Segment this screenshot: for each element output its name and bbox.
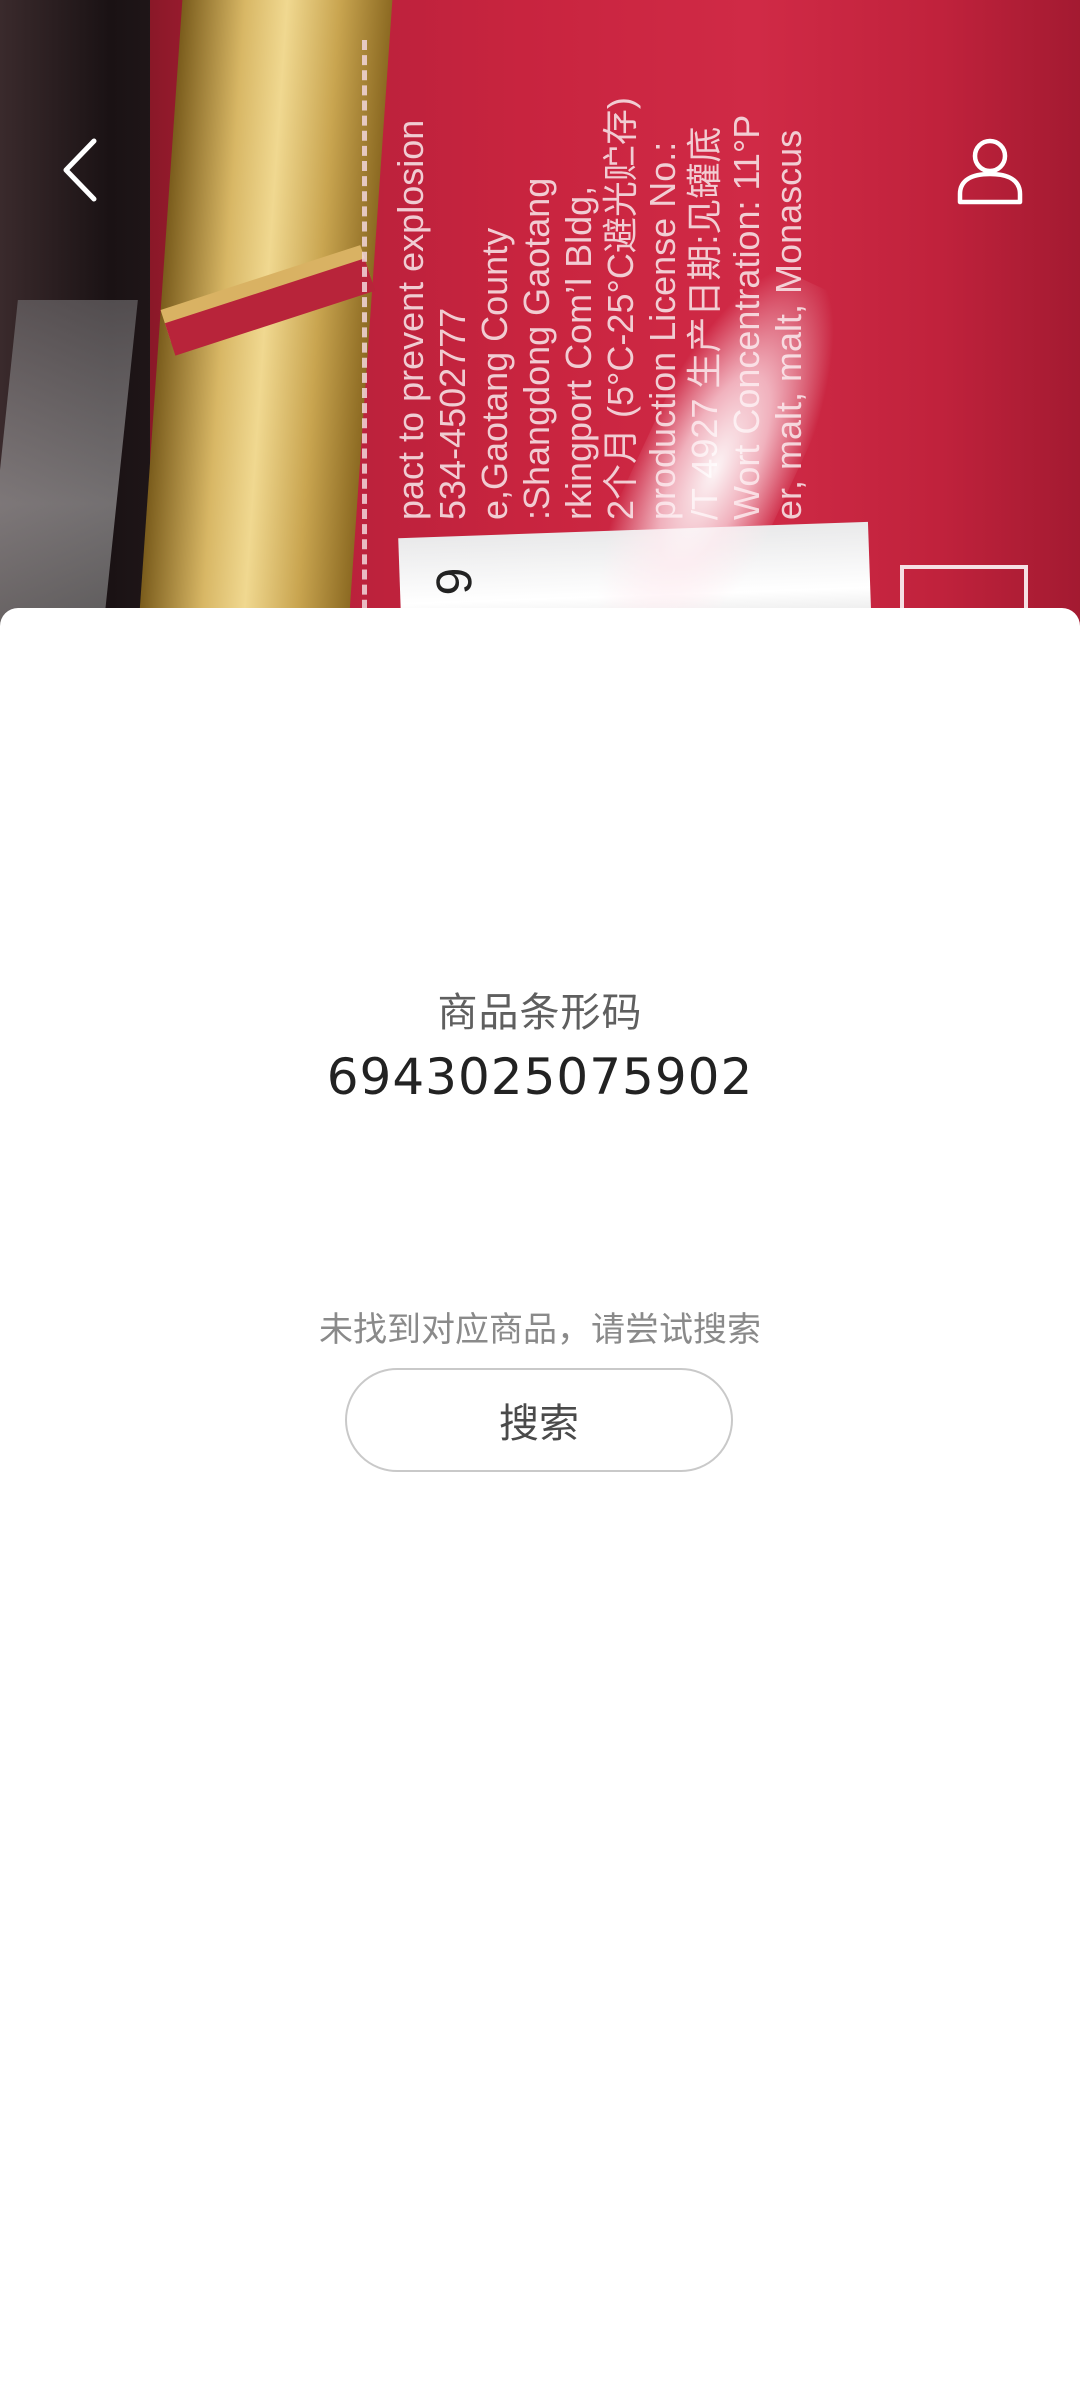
- can-text-line: e,Gaotang County: [474, 227, 515, 520]
- search-button-label: 搜索: [499, 1401, 579, 1447]
- can-text-line: pact to prevent explosion: [390, 119, 431, 520]
- barcode-value: 6943025075902: [326, 1048, 754, 1106]
- user-icon: [957, 138, 1023, 205]
- can-text-line: rkingport Com’l Bldg,: [558, 185, 599, 520]
- not-found-message: 未找到对应商品，请尝试搜索: [319, 1310, 761, 1350]
- can-text-line: 2个月 (5°C-25°C避光贮存): [600, 97, 641, 520]
- chevron-left-icon: [63, 138, 97, 202]
- can-text-line: :Shangdong Gaotang: [516, 177, 557, 520]
- result-sheet: 商品条形码 6943025075902 未找到对应商品，请尝试搜索 搜索: [0, 608, 1080, 2400]
- barcode-title: 商品条形码: [437, 990, 643, 1036]
- can-dashed-line: [362, 40, 367, 640]
- camera-preview: pact to prevent explosion 534-4502777 e,…: [0, 0, 1080, 640]
- search-button[interactable]: 搜索: [345, 1368, 733, 1472]
- barcode-result-screen: pact to prevent explosion 534-4502777 e,…: [0, 0, 1080, 2400]
- can-text-line: 534-4502777: [432, 307, 473, 520]
- label-digit: 6: [425, 566, 483, 597]
- user-button[interactable]: [940, 120, 1040, 220]
- back-button[interactable]: [30, 120, 130, 220]
